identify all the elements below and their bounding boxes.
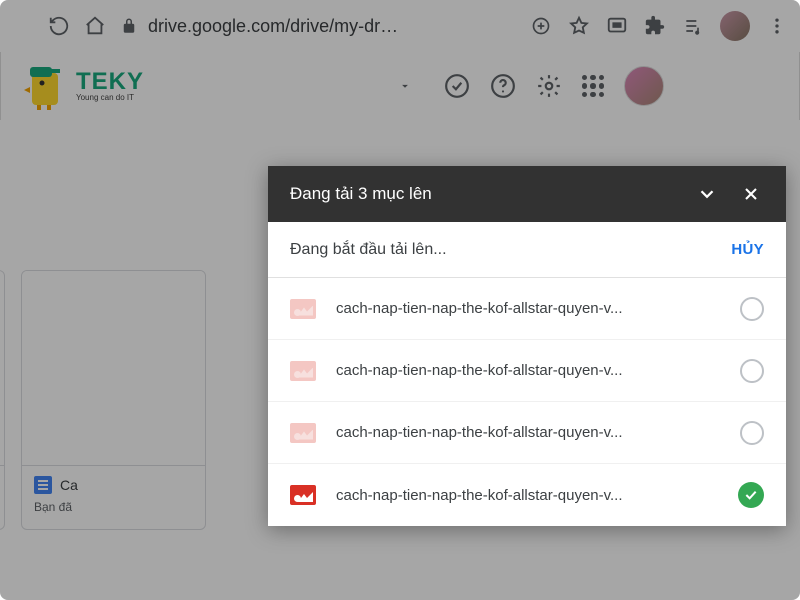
dropdown-caret-icon[interactable] — [394, 75, 416, 97]
close-button[interactable] — [738, 181, 764, 207]
settings-gear-icon[interactable] — [536, 73, 562, 99]
image-file-icon — [290, 299, 316, 319]
brand-logo: TEKY Young can do IT — [20, 61, 144, 111]
zoom-add-icon[interactable] — [530, 15, 552, 37]
google-apps-icon[interactable] — [582, 75, 604, 97]
image-file-icon — [290, 485, 316, 505]
upload-file-name: cach-nap-tien-nap-the-kof-allstar-quyen-… — [336, 424, 720, 441]
logo-name: TEKY — [76, 70, 144, 94]
google-doc-icon — [34, 476, 52, 494]
lock-icon — [120, 17, 138, 35]
reload-icon[interactable] — [48, 15, 70, 37]
upload-complete-icon — [738, 482, 764, 508]
image-file-icon — [290, 361, 316, 381]
upload-file-name: cach-nap-tien-nap-the-kof-allstar-quyen-… — [336, 487, 718, 504]
cancel-upload-button[interactable]: HỦY — [731, 241, 764, 258]
image-file-icon — [290, 423, 316, 443]
upload-pending-icon — [740, 359, 764, 383]
cast-icon[interactable] — [606, 15, 628, 37]
bird-logo-icon — [20, 61, 70, 111]
upload-file-row: cach-nap-tien-nap-the-kof-allstar-quyen-… — [268, 278, 786, 340]
logo-tagline: Young can do IT — [76, 94, 144, 102]
upload-popup-title: Đang tải 3 mục lên — [290, 184, 676, 204]
file-card[interactable]: hời gian này — [0, 270, 5, 530]
extensions-icon[interactable] — [644, 15, 666, 37]
home-icon[interactable] — [84, 15, 106, 37]
file-card[interactable]: Ca Bạn đã — [21, 270, 206, 530]
drive-header: TEKY Young can do IT — [0, 52, 800, 120]
url-text: drive.google.com/drive/my-dr… — [148, 16, 398, 37]
music-icon[interactable] — [682, 15, 704, 37]
upload-file-row: cach-nap-tien-nap-the-kof-allstar-quyen-… — [268, 340, 786, 402]
offline-ready-icon[interactable] — [444, 73, 470, 99]
upload-file-name: cach-nap-tien-nap-the-kof-allstar-quyen-… — [336, 362, 720, 379]
card-subtitle: Bạn đã — [34, 500, 193, 514]
upload-file-row: cach-nap-tien-nap-the-kof-allstar-quyen-… — [268, 402, 786, 464]
collapse-button[interactable] — [694, 181, 720, 207]
star-icon[interactable] — [568, 15, 590, 37]
upload-file-name: cach-nap-tien-nap-the-kof-allstar-quyen-… — [336, 300, 720, 317]
browser-menu-icon[interactable] — [766, 15, 788, 37]
upload-pending-icon — [740, 297, 764, 321]
upload-progress-popup: Đang tải 3 mục lên Đang bắt đầu tải lên.… — [268, 166, 786, 526]
address-bar[interactable]: drive.google.com/drive/my-dr… — [120, 16, 516, 37]
browser-toolbar: drive.google.com/drive/my-dr… — [0, 0, 800, 52]
help-icon[interactable] — [490, 73, 516, 99]
upload-pending-icon — [740, 421, 764, 445]
upload-file-row: cach-nap-tien-nap-the-kof-allstar-quyen-… — [268, 464, 786, 526]
card-title: Ca — [60, 477, 78, 493]
account-avatar[interactable] — [624, 66, 664, 106]
browser-profile-avatar[interactable] — [720, 11, 750, 41]
upload-status-text: Đang bắt đầu tải lên... — [290, 241, 447, 259]
